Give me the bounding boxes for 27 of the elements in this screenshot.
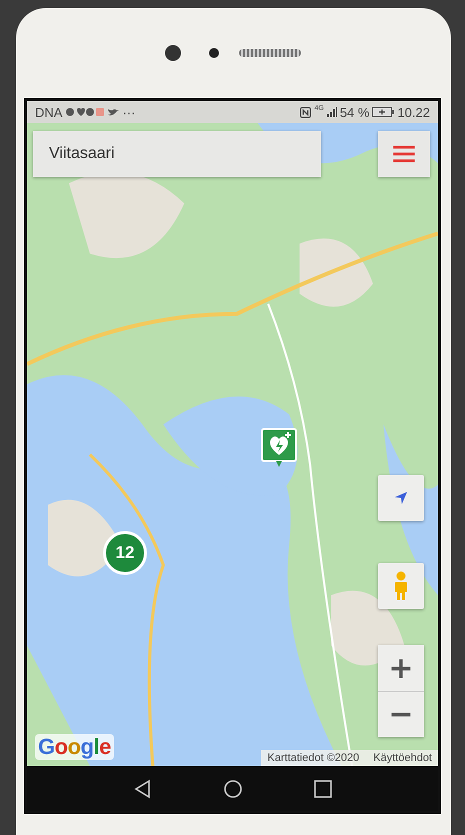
battery-percent: 54 % [340, 104, 370, 120]
clock: 10.22 [397, 104, 430, 120]
person-icon [394, 571, 408, 601]
camera-icon [164, 45, 180, 61]
search-field[interactable]: Viitasaari [33, 131, 321, 177]
my-location-button[interactable] [378, 475, 424, 521]
battery-icon [372, 107, 394, 117]
recent-apps-icon[interactable] [312, 778, 332, 798]
google-logo: Google [35, 734, 114, 760]
bird-icon [108, 108, 120, 116]
zoom-out-button[interactable]: − [378, 691, 424, 737]
carrier-label: DNA [35, 104, 62, 120]
terms-link[interactable]: Käyttöehdot [373, 752, 432, 764]
map-data-credit: Karttatiedot ©2020 [267, 752, 360, 764]
menu-icon [393, 145, 415, 163]
speaker-grille [238, 49, 300, 57]
notification-icons [65, 107, 106, 117]
sensor-icon [208, 48, 218, 58]
defibrillator-marker-icon[interactable] [261, 428, 297, 468]
home-icon[interactable] [222, 778, 242, 798]
navigation-arrow-icon [394, 491, 408, 505]
nfc-icon [300, 106, 312, 118]
zoom-in-button[interactable]: + [378, 645, 424, 691]
menu-button[interactable] [378, 131, 430, 177]
more-notifications: ··· [122, 104, 136, 120]
signal-icon [326, 107, 337, 117]
back-icon[interactable] [132, 778, 152, 798]
